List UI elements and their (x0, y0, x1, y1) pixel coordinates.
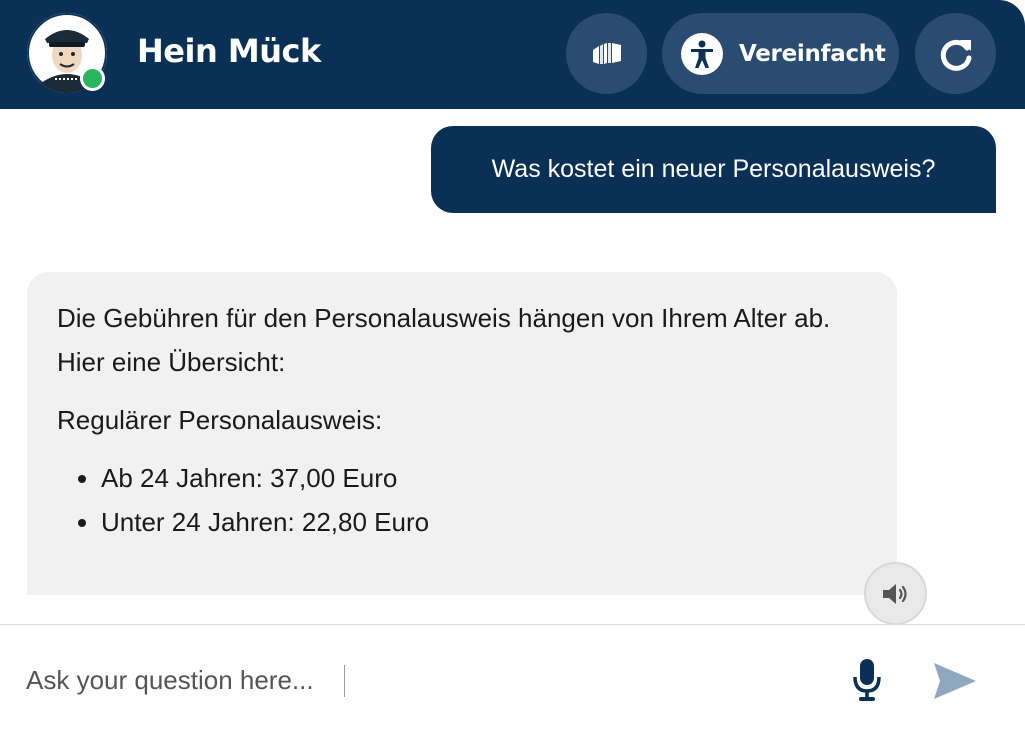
speaker-icon (882, 583, 907, 604)
fee-list: Ab 24 Jahren: 37,00 Euro Unter 24 Jahren… (57, 456, 877, 544)
chat-widget: Hein Mück Vereinfacht Was kostet ein neu… (0, 0, 1025, 736)
send-button[interactable] (930, 659, 980, 703)
simplified-language-button[interactable]: Vereinfacht (662, 13, 899, 94)
microphone-button[interactable] (847, 655, 887, 705)
input-area (0, 624, 1025, 736)
accessibility-icon (681, 32, 723, 75)
user-message: Was kostet ein neuer Personalausweis? (431, 126, 996, 213)
chat-header: Hein Mück Vereinfacht (0, 0, 1025, 109)
refresh-icon (940, 39, 971, 71)
microphone-icon (853, 659, 881, 701)
read-aloud-button[interactable] (864, 562, 927, 625)
accordion-icon (592, 42, 621, 64)
text-caret (344, 665, 345, 697)
question-input[interactable] (26, 655, 806, 705)
accordion-button[interactable] (566, 13, 647, 94)
send-icon (934, 663, 976, 699)
bot-message-intro: Die Gebühren für den Personalausweis hän… (57, 303, 831, 377)
refresh-button[interactable] (915, 13, 996, 94)
list-item: Ab 24 Jahren: 37,00 Euro (101, 456, 877, 500)
online-status-icon (80, 66, 105, 91)
bot-name: Hein Mück (137, 32, 321, 70)
bot-message: Die Gebühren für den Personalausweis hän… (27, 272, 897, 595)
bot-message-subheading: Regulärer Personalausweis: (57, 405, 383, 435)
simplified-label: Vereinfacht (739, 40, 886, 67)
list-item: Unter 24 Jahren: 22,80 Euro (101, 500, 877, 544)
user-message-text: Was kostet ein neuer Personalausweis? (491, 155, 936, 183)
